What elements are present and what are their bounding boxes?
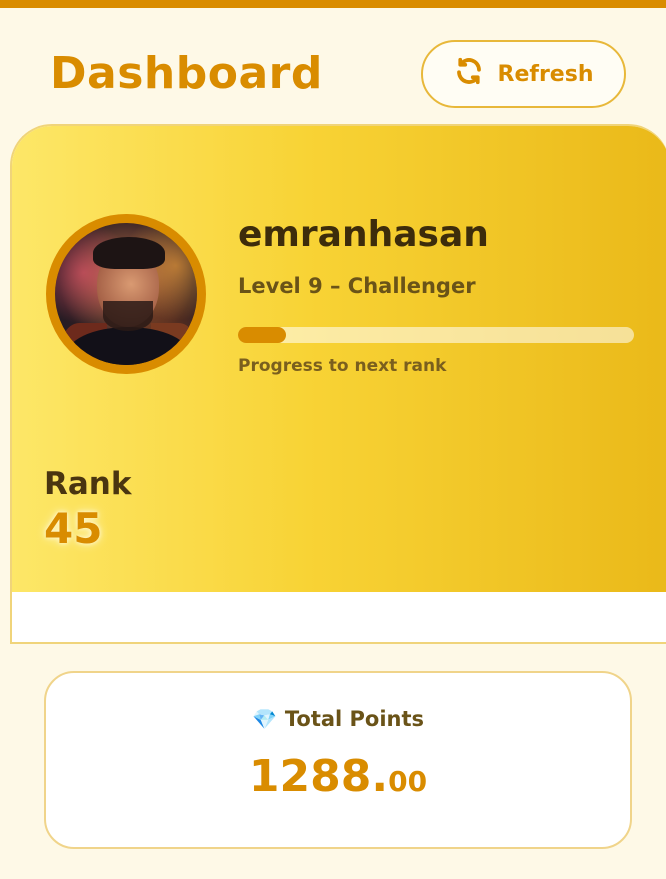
avatar[interactable] [46, 214, 206, 374]
total-points-integer: 1288. [248, 751, 389, 802]
level-text: Level 9 – Challenger [238, 274, 476, 298]
username: emranhasan [238, 214, 489, 255]
rank-label: Rank [44, 466, 132, 502]
refresh-button[interactable]: Refresh [421, 40, 626, 108]
total-points-label: 💎 Total Points [251, 707, 425, 731]
profile-card: emranhasan Level 9 – Challenger Progress… [10, 124, 666, 644]
total-points-decimal: 00 [388, 765, 428, 798]
profile-hero: emranhasan Level 9 – Challenger Progress… [12, 126, 666, 592]
total-points-card: 💎 Total Points 1288.00 [44, 671, 632, 849]
refresh-icon [454, 56, 484, 92]
gem-icon: 💎 [251, 707, 277, 731]
rank-value: 45 [44, 504, 103, 553]
total-points-value: 1288.00 [46, 751, 630, 802]
rank-progress-fill [238, 327, 286, 343]
top-accent-bar [0, 0, 666, 8]
page-title: Dashboard [50, 48, 323, 99]
progress-label: Progress to next rank [238, 356, 447, 376]
refresh-button-label: Refresh [497, 61, 594, 87]
rank-progress-bar [238, 327, 634, 343]
